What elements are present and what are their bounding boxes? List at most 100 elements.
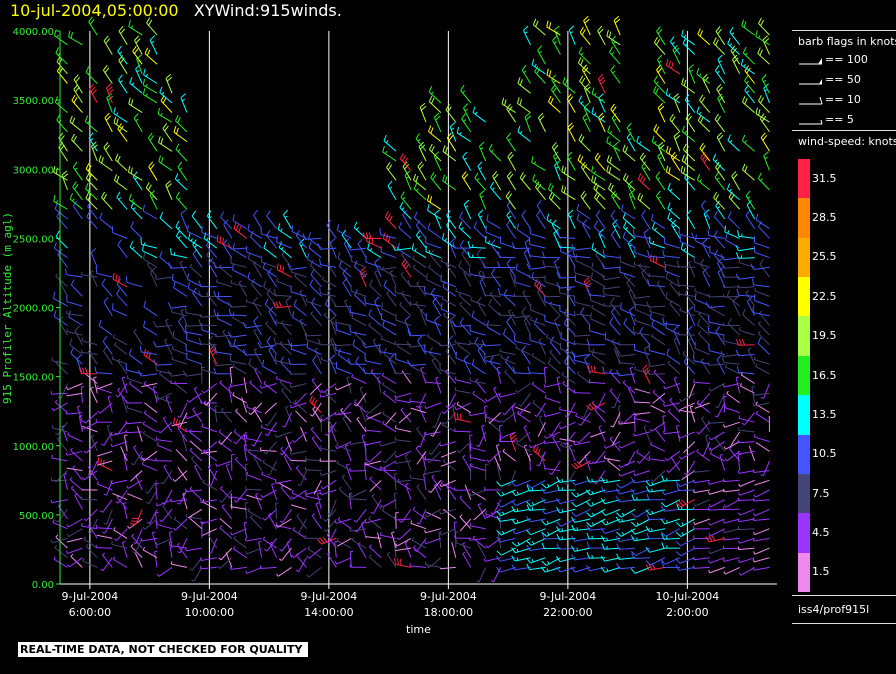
- barb-half-flag: [262, 536, 266, 540]
- barb-flag: [474, 172, 479, 179]
- barb-half-flag: [477, 503, 482, 506]
- barb-half-flag: [380, 465, 383, 470]
- barb-half-flag: [609, 388, 613, 391]
- barb-flag: [517, 125, 521, 132]
- barb-half-flag: [233, 441, 237, 445]
- barb-flag: [411, 243, 415, 250]
- barb-staff: [128, 103, 143, 114]
- barb-staff: [291, 348, 307, 355]
- wind-barb: [280, 485, 292, 501]
- wind-barb: [610, 412, 621, 428]
- barb-flag: [222, 239, 228, 245]
- barb-staff: [351, 376, 367, 384]
- barb-flag: [467, 240, 471, 248]
- wind-barb: [423, 345, 441, 355]
- wind-barb: [245, 486, 262, 491]
- barb-flag: [492, 171, 498, 177]
- barb-flag: [591, 87, 595, 94]
- barb-half-flag: [90, 270, 94, 273]
- barb-staff: [164, 489, 173, 505]
- wind-barb: [145, 480, 158, 494]
- barb-staff: [266, 538, 277, 552]
- wind-barb: [544, 314, 561, 326]
- barb-staff: [530, 319, 546, 326]
- wind-barb: [498, 392, 516, 398]
- barb-staff: [425, 431, 441, 436]
- barb-half-flag: [102, 531, 106, 534]
- barb-staff: [566, 470, 576, 485]
- barb-staff: [305, 495, 322, 501]
- wind-barb: [485, 463, 489, 481]
- barb-flag: [474, 336, 479, 344]
- barb-staff: [597, 392, 606, 408]
- barb-staff: [457, 344, 472, 355]
- barb-flag: [58, 132, 64, 139]
- barb-flag: [508, 173, 514, 180]
- wind-barb: [218, 489, 233, 503]
- barb-staff: [235, 410, 248, 423]
- wind-barb: [335, 319, 352, 326]
- barb-half-flag: [361, 434, 366, 437]
- barb-flag: [98, 319, 102, 326]
- barb-flag: [355, 356, 360, 363]
- barb-flag: [262, 359, 265, 367]
- wind-barb: [364, 296, 382, 307]
- barb-flag: [563, 167, 567, 174]
- barb-flag: [442, 174, 445, 182]
- wind-barb: [618, 441, 636, 449]
- barb-staff: [529, 255, 546, 259]
- wind-barb: [562, 431, 576, 446]
- barb-half-flag: [502, 448, 506, 452]
- barb-half-flag: [264, 433, 268, 437]
- barb-flag: [146, 49, 151, 56]
- barb-half-flag: [431, 474, 435, 478]
- barb-staff: [186, 331, 202, 336]
- barb-flag: [94, 366, 97, 373]
- barb-half-flag: [341, 474, 345, 478]
- barb-staff: [63, 474, 68, 491]
- barb-staff: [171, 348, 188, 355]
- barb-staff: [402, 214, 412, 229]
- barb-half-flag: [56, 436, 60, 440]
- barb-half-flag: [51, 454, 53, 459]
- barb-half-flag: [310, 311, 314, 314]
- barb-flag: [568, 209, 574, 215]
- barb-flag: [381, 302, 383, 309]
- barb-flag: [160, 157, 164, 164]
- barb-half-flag: [611, 52, 615, 55]
- barb-staff: [409, 400, 427, 404]
- barb-half-flag: [553, 41, 557, 44]
- barb-flag: [310, 297, 316, 304]
- barb-staff: [253, 431, 263, 447]
- barb-staff: [258, 541, 263, 558]
- barb-half-flag: [108, 395, 112, 398]
- wind-barb: [615, 496, 636, 503]
- barb-staff: [476, 253, 487, 268]
- barb-half-flag: [397, 478, 400, 482]
- barb-staff: [137, 426, 143, 442]
- barb-flag: [571, 554, 575, 561]
- wind-barb: [460, 84, 472, 104]
- barb-staff: [469, 246, 486, 249]
- barb-staff: [365, 429, 382, 433]
- barb-flag: [471, 358, 475, 366]
- barb-flag: [578, 133, 583, 141]
- barb-staff: [610, 215, 621, 229]
- barb-flag: [337, 252, 341, 259]
- wind-barb: [130, 221, 143, 239]
- barb-half-flag: [232, 546, 236, 550]
- barb-half-flag: [456, 450, 460, 453]
- barb-staff: [232, 269, 247, 278]
- barb-flag: [510, 434, 517, 440]
- barb-staff: [395, 547, 412, 552]
- wind-barb: [499, 438, 516, 443]
- barb-staff: [132, 176, 143, 191]
- barb-flag: [379, 228, 381, 235]
- wind-barb: [542, 251, 561, 259]
- barb-half-flag: [291, 496, 294, 500]
- wind-barb: [55, 230, 68, 249]
- barb-staff: [522, 291, 531, 307]
- barb-flag: [162, 123, 168, 129]
- wind-barb: [91, 141, 98, 162]
- barb-half-flag: [229, 383, 232, 387]
